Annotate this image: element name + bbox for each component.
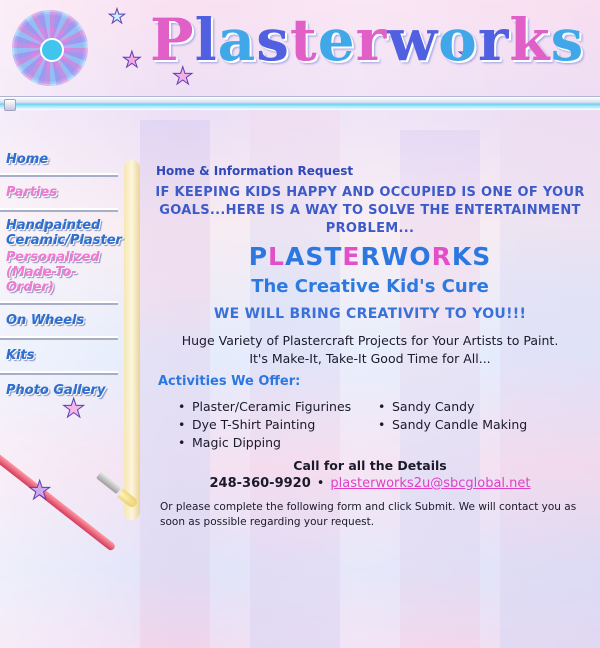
logo-letter: P <box>150 6 195 74</box>
nav-item-label: Home <box>6 152 49 167</box>
logo-letter: w <box>387 6 439 74</box>
list-item: Magic Dipping <box>178 434 351 452</box>
star-icon: ★ <box>108 4 127 28</box>
brand-letter: R <box>360 242 381 271</box>
brand-letter: E <box>342 242 361 271</box>
paintbrush-shaft-decoration <box>124 160 140 520</box>
brand-letter: S <box>472 242 492 271</box>
paint-stroke <box>500 100 600 648</box>
separator: • <box>316 476 325 491</box>
call-heading: Call for all the Details <box>293 458 447 473</box>
paintbrush-ferrule-icon <box>95 470 123 495</box>
nav-item-label: Handpainted Ceramic/Plaster <box>6 218 122 248</box>
variety-text: Huge Variety of Plastercraft Projects fo… <box>150 332 590 368</box>
nav-item-handpainted[interactable]: Handpainted Ceramic/Plaster <box>0 212 122 250</box>
logo-letter: o <box>438 6 478 74</box>
variety-line: It's Make-It, Take-It Good Time for All.… <box>249 351 491 366</box>
form-instructions: Or please complete the following form an… <box>160 501 577 528</box>
logo-letter: t <box>289 6 318 74</box>
list-item: Plaster/Ceramic Figurines <box>178 398 351 416</box>
logo-letter: r <box>477 6 510 74</box>
tagline: The Creative Kid's Cure <box>251 276 489 297</box>
brand-letter: T <box>324 242 343 271</box>
brand-letter: P <box>248 242 269 271</box>
logo-letter: s <box>550 6 585 74</box>
activities-heading: Activities We Offer: <box>158 374 301 389</box>
sidebar-nav: Home Parties Handpainted Ceramic/Plaster… <box>0 148 122 408</box>
brand-letter: A <box>284 242 306 271</box>
logo-letter: e <box>317 6 356 74</box>
nav-item-label: Kits <box>6 348 35 363</box>
nav-item-parties[interactable]: Parties <box>0 177 118 210</box>
nav-item-label: On Wheels <box>6 313 85 328</box>
logo-letter: k <box>509 6 551 74</box>
nav-item-kits[interactable]: Kits <box>0 340 118 373</box>
brand-letter: O <box>409 242 432 271</box>
nav-item-personalized[interactable]: Personalized (Made-To-Order) <box>0 250 118 303</box>
paintbrush-handle-icon <box>0 440 117 552</box>
nav-item-label: Personalized (Made-To-Order) <box>6 250 100 295</box>
brand-letter: R <box>431 242 452 271</box>
phone-number: 248-360-9920 <box>209 476 311 491</box>
list-item: Dye T-Shirt Painting <box>178 416 351 434</box>
email-link[interactable]: plasterworks2u@sbcglobal.net <box>330 476 530 491</box>
promo-heading: WE WILL BRING CREATIVITY TO YOU!!! <box>213 306 527 322</box>
nav-item-home[interactable]: Home <box>0 148 118 175</box>
brand-heading: PLASTERWORKS <box>150 242 590 271</box>
list-item: Sandy Candy <box>378 398 527 416</box>
contact-line: 248-360-9920 • plasterworks2u@sbcglobal.ne… <box>150 476 590 491</box>
nav-item-label: Photo Gallery <box>6 383 106 398</box>
list-item: Sandy Candle Making <box>378 416 527 434</box>
logo-flower-icon <box>12 10 88 86</box>
logo-letter: r <box>355 6 388 74</box>
nav-item-photo-gallery[interactable]: Photo Gallery <box>0 375 118 406</box>
site-header: ★ ★ ★ ★ Plasterworks <box>0 0 600 112</box>
brand-letter: K <box>451 242 473 271</box>
nav-item-label: Parties <box>6 185 58 200</box>
brand-letter: L <box>268 242 285 271</box>
brand-letter: W <box>380 242 410 271</box>
header-divider-bar <box>0 96 600 111</box>
logo-letter: a <box>217 6 257 74</box>
site-logo-text[interactable]: Plasterworks <box>150 6 584 74</box>
star-icon: ★ <box>27 476 52 506</box>
activities-list: Sandy Candy Sandy Candle Making <box>378 398 527 434</box>
brand-letter: S <box>305 242 325 271</box>
logo-letter: l <box>194 6 218 74</box>
activities-list: Plaster/Ceramic Figurines Dye T-Shirt Pa… <box>178 398 351 452</box>
nav-item-on-wheels[interactable]: On Wheels <box>0 305 118 338</box>
star-icon: ★ <box>122 48 143 73</box>
intro-text: IF KEEPING KIDS HAPPY AND OCCUPIED IS ON… <box>155 185 585 236</box>
variety-line: Huge Variety of Plastercraft Projects fo… <box>181 333 559 348</box>
logo-letter: s <box>256 6 290 74</box>
page-title: Home & Information Request <box>156 164 354 178</box>
